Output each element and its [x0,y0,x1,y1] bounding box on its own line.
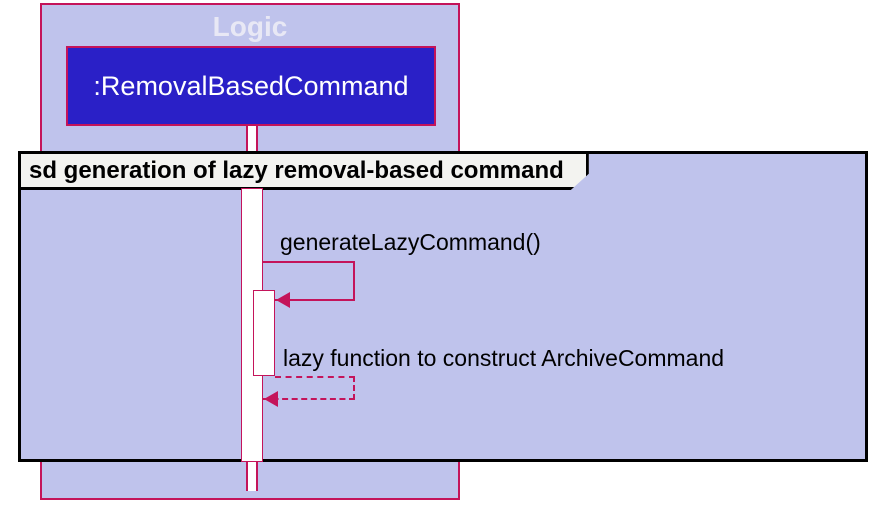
activation-bar-inner [253,290,275,376]
sd-frame: sd generation of lazy removal-based comm… [18,151,868,462]
sequence-diagram: Logic :RemovalBasedCommand sd generation… [0,0,887,516]
participant-label: :RemovalBasedCommand [93,71,408,102]
box-title: Logic [42,11,458,43]
return-message-line [275,376,355,378]
arrowhead-icon [264,391,278,407]
message-return-lazy-function: lazy function to construct ArchiveComman… [283,345,724,372]
self-message-line [263,261,355,263]
participant-removal-based-command: :RemovalBasedCommand [66,46,436,126]
return-message-line [353,376,355,400]
self-message-line [353,261,355,301]
arrowhead-icon [276,292,290,308]
message-generate-lazy-command: generateLazyCommand() [280,229,541,256]
sd-frame-title: sd generation of lazy removal-based comm… [21,154,589,190]
